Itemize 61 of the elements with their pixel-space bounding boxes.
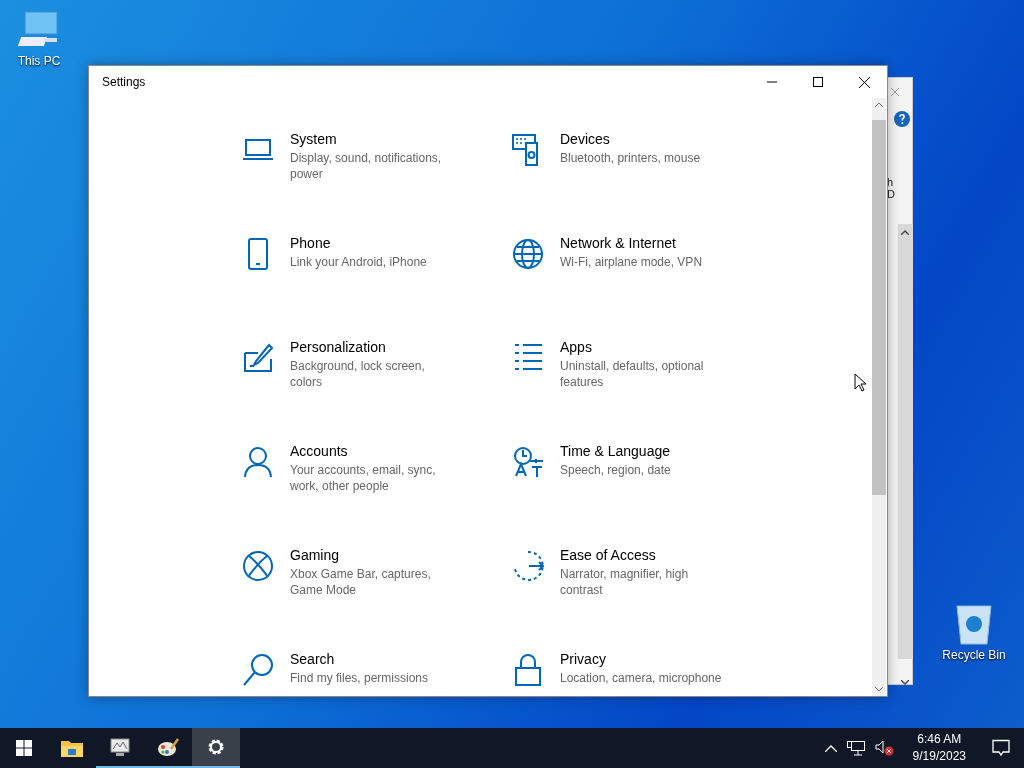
person-icon[interactable] [242, 445, 274, 479]
lock-icon[interactable] [512, 653, 544, 687]
category-title[interactable]: Gaming [290, 547, 460, 563]
ease-icon[interactable] [512, 549, 544, 583]
category-description: Uninstall, defaults, optional features [560, 358, 705, 390]
maximize-icon [813, 77, 823, 87]
category-title[interactable]: Devices [560, 131, 730, 147]
scroll-down-icon[interactable] [901, 680, 909, 685]
category-description: Wi-Fi, airplane mode, VPN [560, 254, 704, 270]
category-description: Speech, region, date [560, 462, 672, 478]
category-title[interactable]: Ease of Access [560, 547, 730, 563]
category-description: Your accounts, email, sync, work, other people [290, 462, 437, 494]
chevron-up-icon[interactable] [824, 744, 837, 752]
network-icon[interactable] [846, 740, 865, 756]
help-icon[interactable] [894, 111, 910, 127]
category-title[interactable]: Apps [560, 339, 730, 355]
scroll-up-icon[interactable] [875, 102, 883, 107]
language-icon[interactable] [512, 445, 544, 479]
scrollbar[interactable] [872, 98, 886, 696]
close-icon [858, 76, 870, 88]
category-description: Location, camera, microphone [560, 670, 723, 686]
brush-icon[interactable] [242, 341, 274, 375]
window-title: Settings [102, 75, 146, 89]
desktop-icon-label[interactable]: This PC [17, 54, 61, 68]
palette-icon [157, 737, 179, 757]
scrollbar-thumb[interactable] [872, 119, 886, 495]
taskbar-app-button[interactable] [192, 728, 240, 768]
category-description: Display, sound, notifications, power [290, 150, 443, 182]
monitor-icon [109, 737, 131, 757]
scroll-down-icon[interactable] [875, 687, 883, 692]
category-title[interactable]: System [290, 131, 460, 147]
folder-icon [61, 738, 83, 758]
globe-icon[interactable] [512, 237, 544, 271]
category-title[interactable]: Network & Internet [560, 235, 730, 251]
notifications-icon[interactable] [992, 739, 1010, 757]
gear-icon [206, 737, 226, 757]
category-title[interactable]: Personalization [290, 339, 460, 355]
category-description: Bluetooth, printers, mouse [560, 150, 702, 166]
clock-date[interactable]: 9/19/2023 [912, 748, 966, 765]
mouse-cursor-icon [854, 373, 866, 392]
close-icon [891, 88, 899, 96]
text-fragment: h [887, 176, 894, 188]
scroll-up-icon[interactable] [901, 230, 909, 235]
category-description: Find my files, permissions [290, 670, 430, 686]
category-title[interactable]: Privacy [560, 651, 730, 667]
category-title[interactable]: Time & Language [560, 443, 730, 459]
category-description: Link your Android, iPhone [290, 254, 428, 270]
windows-logo-icon [16, 740, 32, 756]
desktop-icon-label[interactable]: Recycle Bin [942, 648, 1006, 662]
category-title[interactable]: Search [290, 651, 460, 667]
xbox-icon[interactable] [242, 549, 274, 583]
search-icon[interactable] [242, 653, 274, 687]
category-description: Narrator, magnifier, high contrast [560, 566, 690, 598]
recycle-bin-icon[interactable] [954, 602, 994, 646]
category-description: Xbox Game Bar, captures, Game Mode [290, 566, 432, 598]
category-title[interactable]: Accounts [290, 443, 460, 459]
category-title[interactable]: Phone [290, 235, 460, 251]
category-description: Background, lock screen, colors [290, 358, 426, 390]
volume-icon[interactable] [874, 740, 895, 756]
clock-time[interactable]: 6:46 AM [917, 731, 962, 748]
text-fragment: D [887, 188, 895, 200]
